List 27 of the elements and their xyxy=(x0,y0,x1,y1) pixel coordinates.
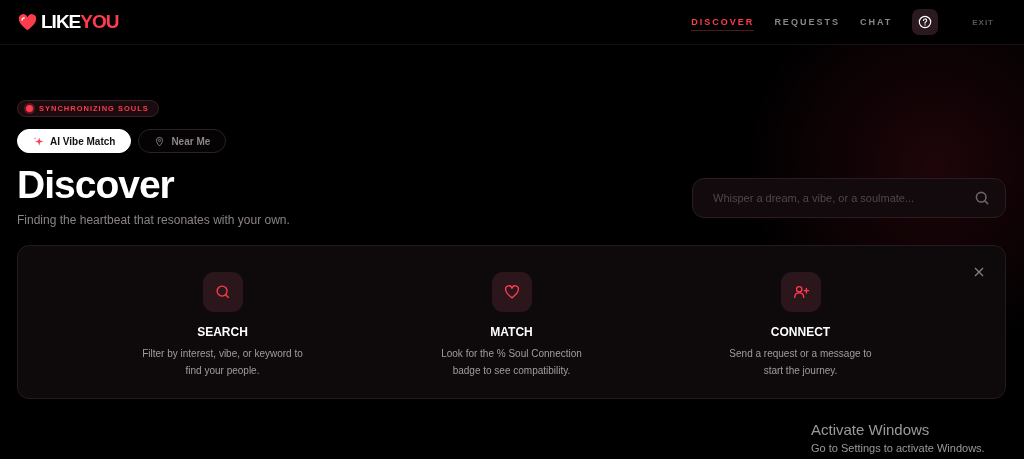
step-description: Filter by interest, vibe, or keyword to find your people. xyxy=(141,347,304,378)
sparkle-icon xyxy=(33,135,44,147)
location-pin-icon xyxy=(154,135,166,147)
nav-link[interactable]: CHAT xyxy=(859,13,893,31)
help-button[interactable] xyxy=(912,9,939,35)
page-title: Discover xyxy=(17,163,175,207)
activation-notice-text: Go to Settings to activate Windows. xyxy=(811,441,985,456)
step-description: Send a request or a message to start the journey. xyxy=(728,347,873,378)
step-title: MATCH xyxy=(490,325,533,339)
mode-tab[interactable]: Near Me xyxy=(138,129,227,153)
step-title: CONNECT xyxy=(770,325,831,339)
logo-accent-text: YOU xyxy=(80,11,119,33)
logo-text: LIKE xyxy=(41,11,81,33)
step-title: SEARCH xyxy=(197,325,248,339)
activation-notice-title: Activate Windows xyxy=(811,420,931,440)
search-field[interactable]: Whisper a dream, a vibe, or a soulmate... xyxy=(692,178,1006,218)
close-button[interactable] xyxy=(973,266,985,278)
mode-tab[interactable]: AI Vibe Match xyxy=(17,129,132,153)
add-user-icon xyxy=(791,283,810,301)
search-icon xyxy=(974,190,990,206)
nav-link[interactable]: DISCOVER xyxy=(691,13,755,31)
heart-logo-icon xyxy=(18,13,37,31)
heart-icon xyxy=(502,283,521,301)
help-icon xyxy=(918,15,933,29)
page-subtitle: Finding the heartbeat that resonates with your own. xyxy=(17,213,290,227)
step-description: Look for the % Soul Connection badge to see compatibility. xyxy=(440,347,583,378)
nav-link[interactable]: REQUESTS xyxy=(774,13,840,31)
